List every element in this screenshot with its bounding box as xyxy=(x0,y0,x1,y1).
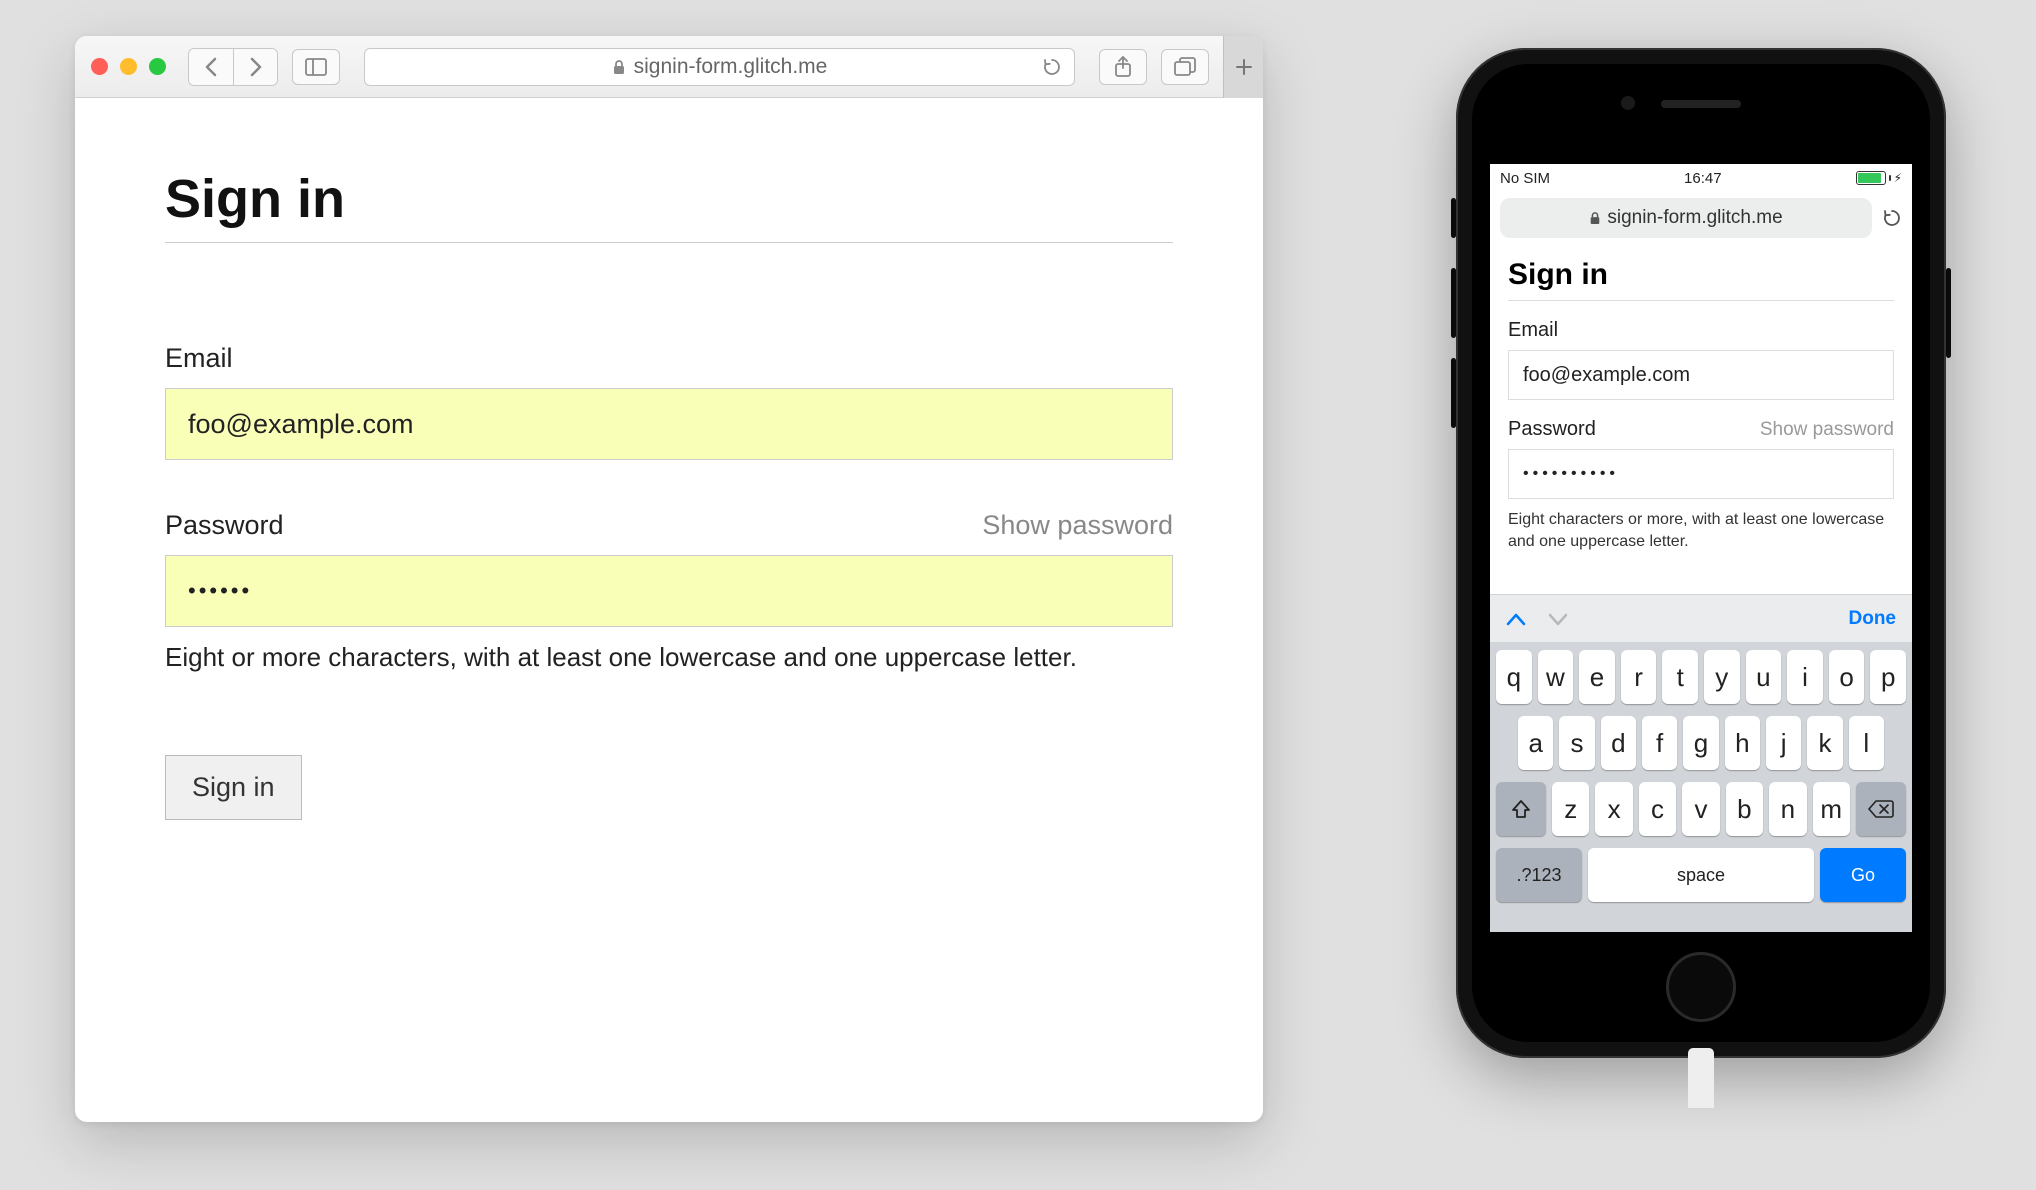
share-button[interactable] xyxy=(1099,49,1147,85)
home-button[interactable] xyxy=(1666,952,1736,1022)
password-label: Password xyxy=(165,510,284,541)
key-k[interactable]: k xyxy=(1807,716,1842,770)
mobile-url-wrap: signin-form.glitch.me xyxy=(1490,192,1912,244)
key-r[interactable]: r xyxy=(1621,650,1657,704)
backspace-key[interactable] xyxy=(1856,782,1906,836)
key-p[interactable]: p xyxy=(1870,650,1906,704)
nav-buttons xyxy=(188,48,278,86)
password-field[interactable] xyxy=(165,555,1173,627)
form-next-field-icon[interactable] xyxy=(1548,612,1568,626)
reload-icon[interactable] xyxy=(1042,57,1062,77)
toolbar-right xyxy=(1099,49,1247,85)
back-button[interactable] xyxy=(189,49,233,85)
sidebar-button[interactable] xyxy=(292,49,340,85)
show-password-toggle[interactable]: Show password xyxy=(982,510,1173,541)
mobile-page-title: Sign in xyxy=(1508,258,1894,292)
status-time: 16:47 xyxy=(1684,170,1722,187)
mobile-page-content: Sign in Email Password Show password Eig… xyxy=(1490,244,1912,568)
divider xyxy=(165,242,1173,243)
key-u[interactable]: u xyxy=(1746,650,1782,704)
url-bar[interactable]: signin-form.glitch.me xyxy=(364,48,1075,86)
key-m[interactable]: m xyxy=(1813,782,1850,836)
page-content: Sign in Email Password Show password Eig… xyxy=(75,98,1263,890)
key-a[interactable]: a xyxy=(1518,716,1553,770)
space-key[interactable]: space xyxy=(1588,848,1814,902)
mobile-email-field[interactable] xyxy=(1508,350,1894,400)
forward-button[interactable] xyxy=(233,49,277,85)
keyboard-accessory-bar: Done xyxy=(1490,594,1912,642)
key-l[interactable]: l xyxy=(1849,716,1884,770)
minimize-window-button[interactable] xyxy=(120,58,137,75)
safari-toolbar: signin-form.glitch.me xyxy=(75,36,1263,98)
key-g[interactable]: g xyxy=(1683,716,1718,770)
front-camera xyxy=(1621,96,1635,110)
key-n[interactable]: n xyxy=(1769,782,1806,836)
mobile-password-field[interactable] xyxy=(1508,449,1894,499)
key-j[interactable]: j xyxy=(1766,716,1801,770)
key-f[interactable]: f xyxy=(1642,716,1677,770)
key-e[interactable]: e xyxy=(1579,650,1615,704)
mobile-password-label: Password xyxy=(1508,418,1596,441)
keyboard-row-3: zxcvbnm xyxy=(1496,782,1906,836)
keyboard-row-1: qwertyuiop xyxy=(1496,650,1906,704)
go-key[interactable]: Go xyxy=(1820,848,1906,902)
keyboard-row-2: asdfghjkl xyxy=(1496,716,1906,770)
email-label: Email xyxy=(165,343,1173,374)
key-o[interactable]: o xyxy=(1829,650,1865,704)
key-z[interactable]: z xyxy=(1552,782,1589,836)
key-q[interactable]: q xyxy=(1496,650,1532,704)
url-text: signin-form.glitch.me xyxy=(634,55,828,79)
key-i[interactable]: i xyxy=(1787,650,1823,704)
mobile-show-password-toggle[interactable]: Show password xyxy=(1760,419,1894,441)
key-y[interactable]: y xyxy=(1704,650,1740,704)
close-window-button[interactable] xyxy=(91,58,108,75)
maximize-window-button[interactable] xyxy=(149,58,166,75)
email-field[interactable] xyxy=(165,388,1173,460)
volume-down-button xyxy=(1451,358,1456,428)
lock-icon xyxy=(612,59,626,75)
sign-in-button[interactable]: Sign in xyxy=(165,755,302,820)
key-v[interactable]: v xyxy=(1682,782,1719,836)
keyboard-row-4: .?123 space Go xyxy=(1496,848,1906,902)
mobile-divider xyxy=(1508,300,1894,301)
password-hint: Eight or more characters, with at least … xyxy=(165,639,1173,675)
power-button xyxy=(1946,268,1951,358)
charging-icon: ⚡︎ xyxy=(1894,171,1902,185)
key-d[interactable]: d xyxy=(1601,716,1636,770)
ios-keyboard: qwertyuiop asdfghjkl zxcvbnm .?123 space… xyxy=(1490,642,1912,932)
page-title: Sign in xyxy=(165,168,1173,230)
window-controls xyxy=(91,58,166,75)
new-tab-button[interactable] xyxy=(1223,36,1263,98)
shift-key[interactable] xyxy=(1496,782,1546,836)
status-bar: No SIM 16:47 ⚡︎ xyxy=(1490,164,1912,192)
key-x[interactable]: x xyxy=(1595,782,1632,836)
battery-indicator: ⚡︎ xyxy=(1856,171,1902,185)
form-prev-field-icon[interactable] xyxy=(1506,612,1526,626)
key-w[interactable]: w xyxy=(1538,650,1574,704)
key-t[interactable]: t xyxy=(1662,650,1698,704)
key-b[interactable]: b xyxy=(1726,782,1763,836)
mobile-email-label: Email xyxy=(1508,319,1894,342)
mobile-password-hint: Eight characters or more, with at least … xyxy=(1508,509,1894,554)
tabs-button[interactable] xyxy=(1161,49,1209,85)
keyboard-done-button[interactable]: Done xyxy=(1849,608,1897,630)
mute-switch xyxy=(1451,198,1456,238)
iphone-screen: No SIM 16:47 ⚡︎ signin-form.glitch.me xyxy=(1490,164,1912,932)
mobile-reload-icon[interactable] xyxy=(1882,208,1902,228)
earpiece-speaker xyxy=(1661,100,1741,108)
safari-window: signin-form.glitch.me Sign in Email Pass… xyxy=(75,36,1263,1122)
mobile-url-bar[interactable]: signin-form.glitch.me xyxy=(1500,198,1872,238)
key-h[interactable]: h xyxy=(1725,716,1760,770)
lock-icon xyxy=(1589,211,1601,225)
key-s[interactable]: s xyxy=(1559,716,1594,770)
volume-up-button xyxy=(1451,268,1456,338)
iphone-device: No SIM 16:47 ⚡︎ signin-form.glitch.me xyxy=(1456,48,1946,1058)
lightning-cable xyxy=(1688,1048,1714,1108)
carrier-text: No SIM xyxy=(1500,170,1550,187)
key-c[interactable]: c xyxy=(1639,782,1676,836)
mobile-url-text: signin-form.glitch.me xyxy=(1607,207,1782,229)
numbers-key[interactable]: .?123 xyxy=(1496,848,1582,902)
